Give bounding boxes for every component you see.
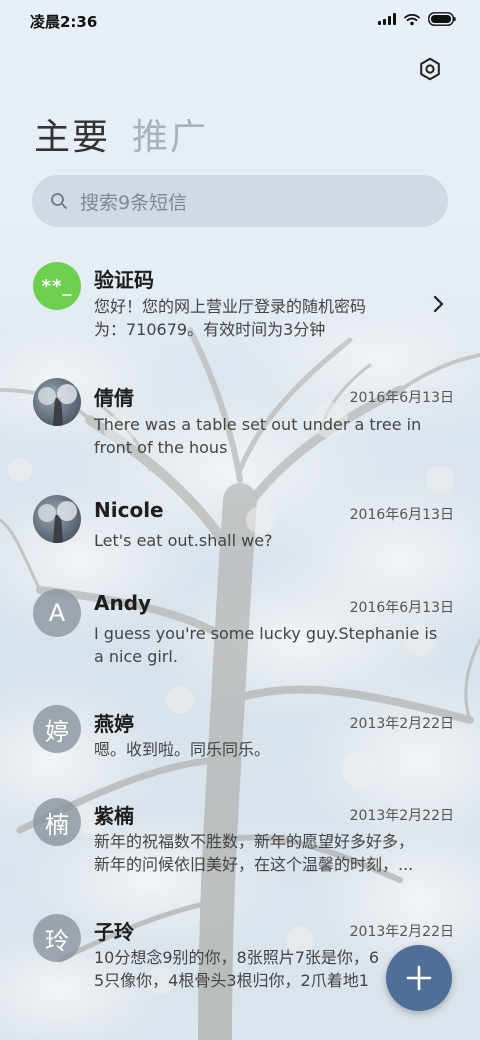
conversation-item-yanting[interactable]: 婷 燕婷 2013年2月22日 嗯。收到啦。同乐同乐。	[0, 696, 480, 776]
compose-button[interactable]	[386, 945, 452, 1011]
avatar: 婷	[33, 705, 81, 753]
message-date: 2013年2月22日	[349, 808, 454, 824]
message-preview: I guess you're some lucky guy.Stephanie …	[94, 624, 438, 666]
message-preview: There was a table set out under a tree i…	[94, 415, 422, 457]
battery-icon	[428, 12, 456, 26]
contact-name: 倩倩	[94, 386, 134, 410]
contact-name: 验证码	[94, 268, 154, 292]
tab-primary[interactable]: 主要	[34, 108, 110, 160]
avatar: 玲	[33, 914, 81, 962]
message-date: 2016年6月13日	[349, 390, 454, 406]
avatar: A	[33, 589, 81, 637]
conversation-item-zinan[interactable]: 楠 紫楠 2013年2月22日 新年的祝福数不胜数，新年的愿望好多好多， 新年的…	[0, 788, 480, 888]
message-date: 2016年6月13日	[349, 507, 454, 523]
avatar	[33, 378, 81, 426]
conversation-item-nicole[interactable]: Nicole 2016年6月13日 Let's eat out.shall we…	[0, 485, 480, 565]
avatar-photo	[38, 501, 77, 543]
signal-icon	[378, 13, 396, 25]
message-preview: 新年的祝福数不胜数，新年的愿望好多好多， 新年的问候依旧美好，在这个温馨的时刻，…	[94, 832, 415, 874]
status-icons	[378, 12, 456, 26]
message-date: 2013年2月22日	[349, 716, 454, 732]
settings-button[interactable]	[414, 53, 446, 85]
message-preview: 嗯。收到啦。同乐同乐。	[94, 740, 271, 759]
chevron-right-icon[interactable]	[432, 294, 446, 314]
contact-name: 子玲	[94, 920, 134, 944]
avatar: **_	[33, 262, 81, 310]
conversation-item-verification-code[interactable]: **_ 验证码 您好！您的网上营业厅登录的随机密码 为：710679。有效时间为…	[0, 250, 480, 350]
message-date: 2016年6月13日	[349, 600, 454, 616]
avatar: 楠	[33, 798, 81, 846]
search-placeholder: 搜索9条短信	[80, 191, 188, 214]
status-time: 凌晨2:36	[30, 13, 98, 31]
message-preview: Let's eat out.shall we?	[94, 531, 273, 550]
search-icon	[51, 193, 67, 209]
message-preview: 您好！您的网上营业厅登录的随机密码 为：710679。有效时间为3分钟	[94, 297, 367, 339]
tab-promotions[interactable]: 推广	[132, 108, 208, 160]
contact-name: Nicole	[94, 498, 164, 522]
category-tabs: 主要 推广	[34, 108, 208, 160]
contact-name: 燕婷	[94, 712, 134, 736]
plus-icon	[406, 965, 432, 991]
search-input[interactable]: 搜索9条短信	[32, 175, 448, 227]
messages-app: 凌晨2:36 主要 推广 搜索9条短信 **_ 验证码 您好！您的网上营业厅登录…	[0, 0, 480, 1040]
avatar-photo	[38, 384, 77, 426]
conversation-item-qianqian[interactable]: 倩倩 2016年6月13日 There was a table set out …	[0, 368, 480, 468]
conversation-item-andy[interactable]: A Andy 2016年6月13日 I guess you're some lu…	[0, 580, 480, 680]
message-date: 2013年2月22日	[349, 924, 454, 940]
gear-icon	[420, 57, 440, 81]
avatar	[33, 495, 81, 543]
wifi-icon	[404, 13, 420, 25]
contact-name: 紫楠	[94, 804, 134, 828]
contact-name: Andy	[94, 591, 152, 615]
status-bar: 凌晨2:36	[0, 0, 480, 42]
